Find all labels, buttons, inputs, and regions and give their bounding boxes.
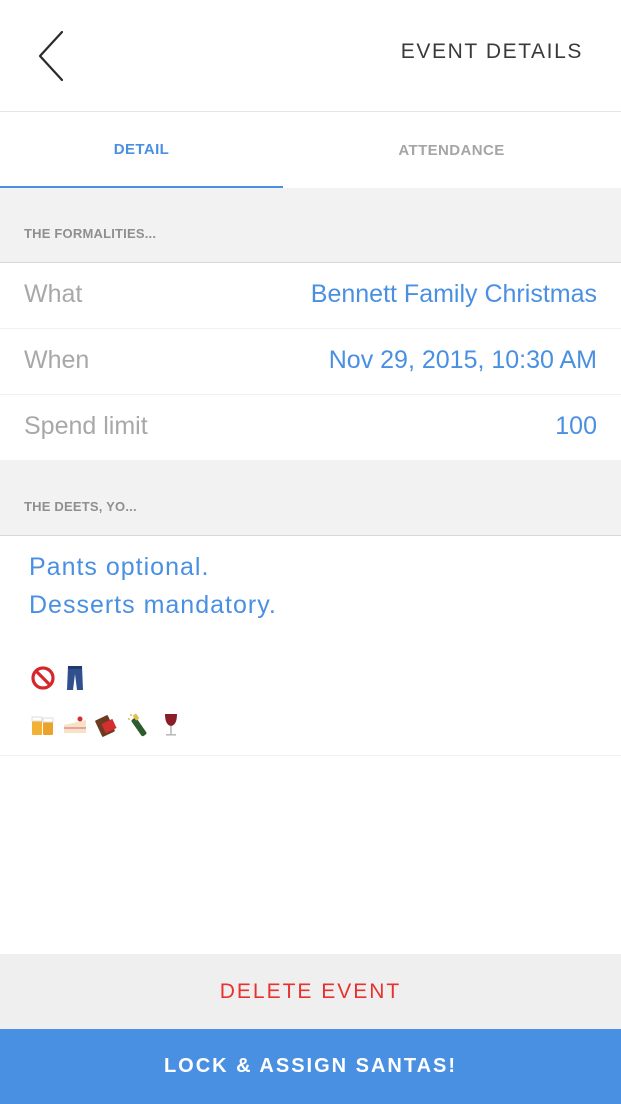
- delete-event-button[interactable]: DELETE EVENT: [0, 954, 621, 1029]
- page-title: EVENT DETAILS: [400, 40, 583, 63]
- chevron-left-icon: [38, 30, 64, 82]
- tab-bar: DETAIL ATTENDANCE: [0, 112, 621, 188]
- back-button[interactable]: [28, 26, 78, 86]
- beer-mugs-icon: [31, 716, 54, 735]
- row-what[interactable]: What Bennett Family Christmas: [0, 263, 621, 329]
- row-spend-limit[interactable]: Spend limit 100: [0, 395, 621, 461]
- cake-slice-icon: [64, 716, 86, 733]
- wine-glass-icon: [165, 714, 177, 736]
- emoji-row: [30, 711, 184, 739]
- note-line: Pants optional.: [29, 553, 210, 581]
- tab-detail[interactable]: DETAIL: [0, 112, 283, 188]
- app-header: EVENT DETAILS: [0, 0, 621, 112]
- champagne-icon: [128, 713, 147, 737]
- row-when[interactable]: When Nov 29, 2015, 10:30 AM: [0, 329, 621, 395]
- row-label: Spend limit: [24, 412, 148, 440]
- section-header-deets: THE DEETS, YO...: [0, 460, 621, 536]
- section-label: THE FORMALITIES...: [24, 226, 157, 241]
- row-value: 100: [555, 412, 597, 440]
- chocolate-bar-icon: [95, 715, 117, 737]
- section-label: THE DEETS, YO...: [24, 499, 137, 514]
- note-line: Desserts mandatory.: [29, 591, 277, 619]
- row-label: When: [24, 346, 90, 374]
- event-notes[interactable]: Pants optional. Desserts mandatory.: [0, 536, 621, 756]
- no-entry-icon: [31, 666, 55, 690]
- emoji-row: [30, 664, 88, 692]
- row-label: What: [24, 280, 83, 308]
- lock-assign-button[interactable]: LOCK & ASSIGN SANTAS!: [0, 1029, 621, 1104]
- section-header-formalities: THE FORMALITIES...: [0, 188, 621, 263]
- row-value: Nov 29, 2015, 10:30 AM: [328, 346, 597, 374]
- row-value: Bennett Family Christmas: [310, 280, 597, 308]
- tab-attendance[interactable]: ATTENDANCE: [310, 112, 593, 188]
- jeans-icon: [67, 666, 83, 690]
